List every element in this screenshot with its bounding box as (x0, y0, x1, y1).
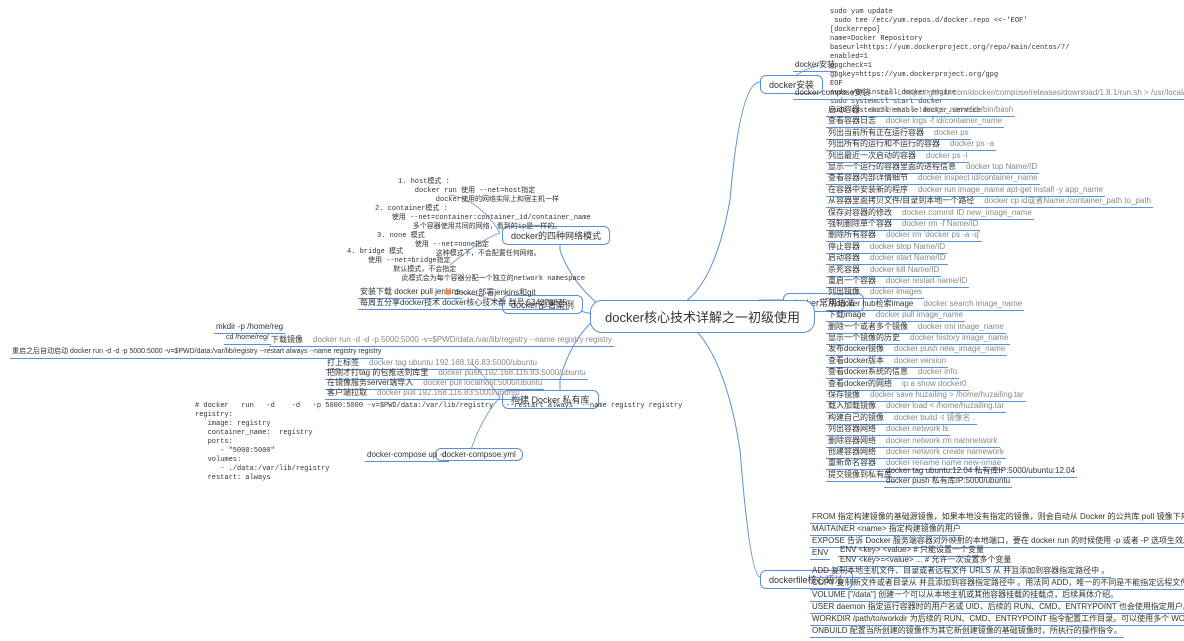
grammar-21[interactable]: 发布docker镜像docker push new_image_name (826, 344, 1007, 356)
grammar-7[interactable]: 在容器中安装新的程序docker run image_name apt-get … (826, 185, 1105, 197)
dockerfile-0[interactable]: FROM 指定构建镜像的基础源镜像，如果本地没有指定的镜像，则会自动从 Dock… (810, 512, 1184, 524)
dockerfile-4[interactable]: ADD 复制本地主机文件、目录或者远程文件 URLS 从 并且添加到容器指定路径… (810, 566, 1111, 578)
grammar-12[interactable]: 停止容器docker stop Name/ID (826, 242, 947, 254)
dockerfile-9[interactable]: ONBUILD 配置当所创建的镜像作为其它新创建镜像的基础镜像时，所执行的操作指… (810, 626, 1124, 638)
grammar-13[interactable]: 启动容器docker start Name/ID (826, 253, 948, 265)
deploy-2[interactable]: 每周五分享docker技术 docker核心技术群 群号:534278875 (358, 298, 569, 310)
grammar-9[interactable]: 保存对容器的修改docker commit ID new_image_name (826, 208, 1034, 220)
grammar-24[interactable]: 查看docker的网络ip a show docker0 (826, 379, 969, 391)
grammar-19[interactable]: 删除一个或者多个镜像docker rmi image_name (826, 322, 1006, 334)
grammar-18[interactable]: 下载imagedocker pull image_name (826, 310, 965, 322)
grammar-22[interactable]: 查看docker版本docker version (826, 356, 948, 368)
grammar-11[interactable]: 删除所有容器docker rm 'docker ps -a -q' (826, 230, 982, 242)
dockerfile-5[interactable]: COPY 复制新文件或者目录从 并且添加到容器指定路径中 。用法同 ADD，唯一… (810, 578, 1184, 590)
dockerfile-1[interactable]: MAITAINER <name> 指定构建镜像的用户 (810, 524, 963, 536)
grammar-2[interactable]: 列出当前所有正在运行容器docker ps (826, 128, 971, 140)
root-label: docker核心技术详解之一初级使用 (605, 310, 800, 325)
grammar-28[interactable]: 列出容器网络docker network ls (826, 424, 950, 436)
grammar-16[interactable]: 列出镜像docker images (826, 287, 924, 299)
grammar-26[interactable]: 载入加载镜像docker load < /home/huzailing.tar (826, 401, 1006, 413)
private-3[interactable]: 客户端拉取docker pull 192.168.116.83:5000/ubu… (325, 388, 522, 400)
grammar-8[interactable]: 从容器里面拷贝文件/目录到本地一个路径docker cp id或者Name:/c… (826, 196, 1153, 208)
grammar-6[interactable]: 查看容器内部详情细节docker inspect id/container_na… (826, 173, 1040, 185)
grammar-29[interactable]: 删除容器网络docker network rm namnetwork (826, 436, 1000, 448)
dockerfile-6[interactable]: VOLUME ["/data"] 创建一个可以从本地主机或其他容器挂载的挂载点，… (810, 590, 1120, 602)
dockerfile-8[interactable]: WORKDIR /path/to/workdir 为后续的 RUN、CMD、EN… (810, 614, 1184, 626)
grammar-23[interactable]: 查看docker系统的信息docker info (826, 367, 959, 379)
grammar-4[interactable]: 列出最近一次启动的容器docker ps -l (826, 151, 969, 163)
dockerfile-7[interactable]: USER daemon 指定运行容器时的用户名或 UID，后续的 RUN、CMD… (810, 602, 1184, 614)
net-mode-2: 2. container模式 : 使用 --net=container:cont… (375, 205, 591, 232)
private-download[interactable]: 下载镜像docker run -d -d -p 5000:5000 -v=$PW… (269, 335, 614, 347)
grammar-3[interactable]: 列出所有的运行和不运行的容器docker ps -a (826, 139, 996, 151)
grammar-14[interactable]: 杀死容器docker kill Name/ID (826, 265, 941, 277)
net-mode-4: 4. bridge 模式 使用 --net=bridge指定 默认模式，不会指定… (347, 248, 585, 284)
dockerfile-3[interactable]: ENV (810, 548, 830, 560)
compose-code: # docker run -d -d -p 5000:5000 -v=$PWD/… (195, 402, 682, 483)
private-cd[interactable]: cd /home/reg/ (224, 333, 271, 345)
grammar-27[interactable]: 构建自己的镜像docker build -t 镜像名 . (826, 413, 977, 425)
grammar-1[interactable]: 查看容器日志docker logs -f id/container_name (826, 116, 1004, 128)
leaf-compose-install[interactable]: docker-compose安装curl -L https://github.c… (793, 88, 1184, 100)
root-node[interactable]: docker核心技术详解之一初级使用 (590, 300, 815, 333)
net-mode-1: 1. host模式 : docker run 使用 --net=host指定 d… (398, 178, 559, 205)
grammar-17[interactable]: 从docker hub检索imagedocker search image_na… (826, 299, 1024, 311)
